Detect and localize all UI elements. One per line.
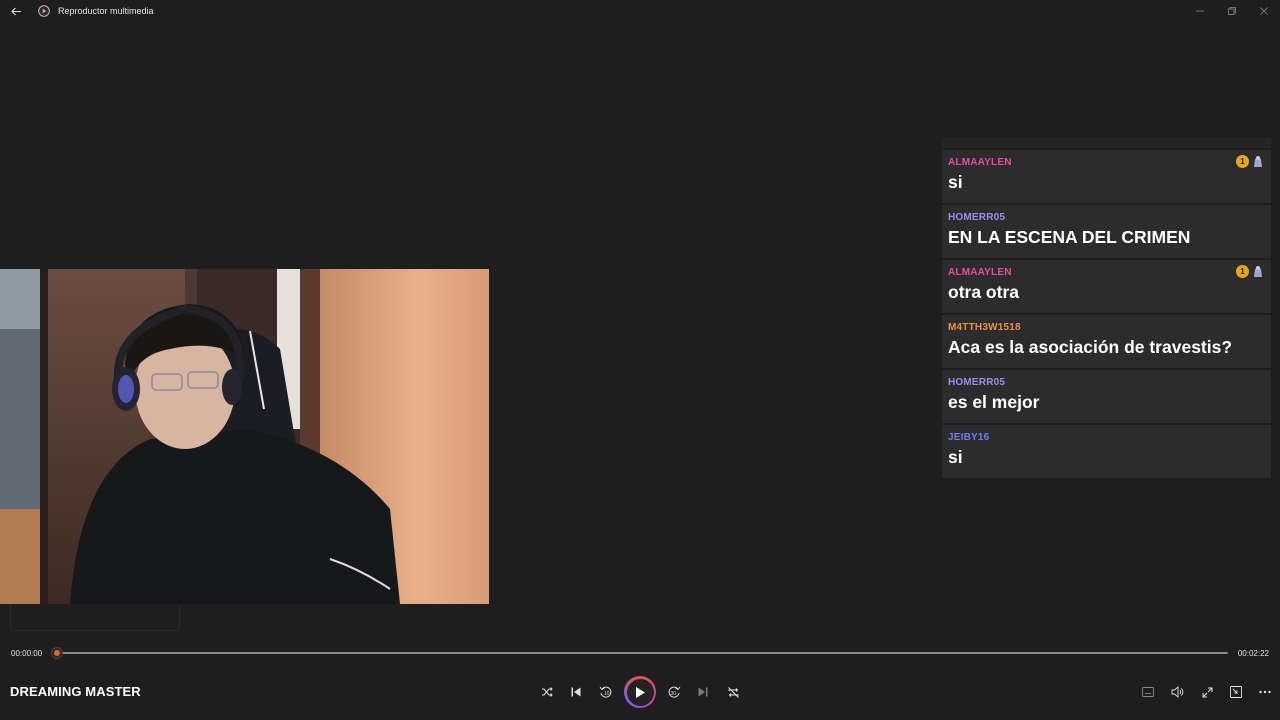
chat-badges: 1	[1236, 155, 1264, 168]
shuffle-icon	[542, 687, 553, 697]
track-title: DREAMING MASTER	[10, 684, 141, 699]
chat-message: ALMAAYLEN otra otra 1	[942, 260, 1271, 313]
chat-overlay: ALMAAYLEN si 1 HOMERR05 EN LA ESCENA DEL…	[942, 138, 1271, 480]
chat-text: si	[948, 172, 963, 192]
bits-badge-icon	[1254, 266, 1262, 277]
svg-text:30: 30	[671, 691, 677, 697]
more-options-icon	[1259, 690, 1271, 694]
play-icon	[636, 686, 645, 698]
rewind-10-button[interactable]: 10	[594, 680, 618, 704]
play-button-inner	[626, 678, 654, 706]
chat-username: HOMERR05	[948, 212, 1006, 223]
next-button[interactable]	[691, 680, 715, 704]
badge-count: 1	[1236, 265, 1249, 278]
chat-top-strip	[942, 138, 1271, 148]
shuffle-button[interactable]	[535, 680, 559, 704]
seek-thumb[interactable]	[52, 648, 62, 658]
webcam-video-image	[0, 269, 489, 604]
total-time: 00:02:22	[1237, 649, 1269, 658]
previous-icon	[571, 687, 581, 697]
next-icon	[698, 687, 708, 697]
chat-username: JEIBY16	[948, 432, 990, 443]
chat-message: HOMERR05 es el mejor	[942, 370, 1271, 423]
chat-username: M4TTH3W1518	[948, 322, 1021, 333]
volume-button[interactable]	[1165, 680, 1189, 704]
repeat-off-button[interactable]	[721, 680, 745, 704]
more-options-button[interactable]	[1253, 680, 1277, 704]
close-icon	[1260, 7, 1268, 15]
chat-text: si	[948, 447, 963, 467]
subtitles-icon	[1142, 687, 1154, 697]
minimize-button[interactable]	[1184, 0, 1216, 22]
chat-message: HOMERR05 EN LA ESCENA DEL CRIMEN	[942, 205, 1271, 258]
play-button[interactable]	[624, 676, 656, 708]
window-controls	[1184, 0, 1280, 22]
chat-text: es el mejor	[948, 392, 1040, 412]
bits-badge-icon	[1254, 156, 1262, 167]
repeat-off-icon	[727, 686, 739, 698]
video-frame[interactable]	[0, 269, 489, 604]
back-button[interactable]	[0, 0, 32, 22]
back-arrow-icon	[10, 7, 21, 15]
chat-text: Aca es la asociación de travestis?	[948, 337, 1233, 357]
chat-message: JEIBY16 si	[942, 425, 1271, 478]
badge-count: 1	[1236, 155, 1249, 168]
title-bar: Reproductor multimedia	[0, 0, 1280, 22]
chat-text: otra otra	[948, 282, 1019, 302]
chat-message: ALMAAYLEN si 1	[942, 150, 1271, 203]
restore-button[interactable]	[1216, 0, 1248, 22]
minimize-icon	[1196, 10, 1204, 12]
subtitles-button[interactable]	[1136, 680, 1160, 704]
current-time: 00:00:00	[11, 649, 43, 658]
fullscreen-button[interactable]	[1195, 680, 1219, 704]
window-title: Reproductor multimedia	[58, 6, 154, 16]
svg-text:10: 10	[604, 691, 610, 697]
chat-username: HOMERR05	[948, 377, 1006, 388]
chat-message: M4TTH3W1518 Aca es la asociación de trav…	[942, 315, 1271, 368]
media-player-logo-icon	[38, 5, 50, 17]
fullscreen-icon	[1202, 687, 1212, 697]
chat-badges: 1	[1236, 265, 1264, 278]
overlay-panel	[10, 604, 180, 631]
chat-username: ALMAAYLEN	[948, 157, 1012, 168]
seek-bar[interactable]	[57, 652, 1228, 654]
restore-icon	[1228, 7, 1236, 15]
mini-player-icon	[1230, 686, 1242, 698]
forward-30-button[interactable]: 30	[662, 680, 686, 704]
forward-30-icon: 30	[668, 686, 681, 698]
volume-icon	[1171, 686, 1183, 698]
chat-text: EN LA ESCENA DEL CRIMEN	[948, 227, 1191, 247]
close-button[interactable]	[1248, 0, 1280, 22]
chat-username: ALMAAYLEN	[948, 267, 1012, 278]
mini-player-button[interactable]	[1224, 680, 1248, 704]
previous-button[interactable]	[564, 680, 588, 704]
rewind-10-icon: 10	[599, 686, 612, 698]
